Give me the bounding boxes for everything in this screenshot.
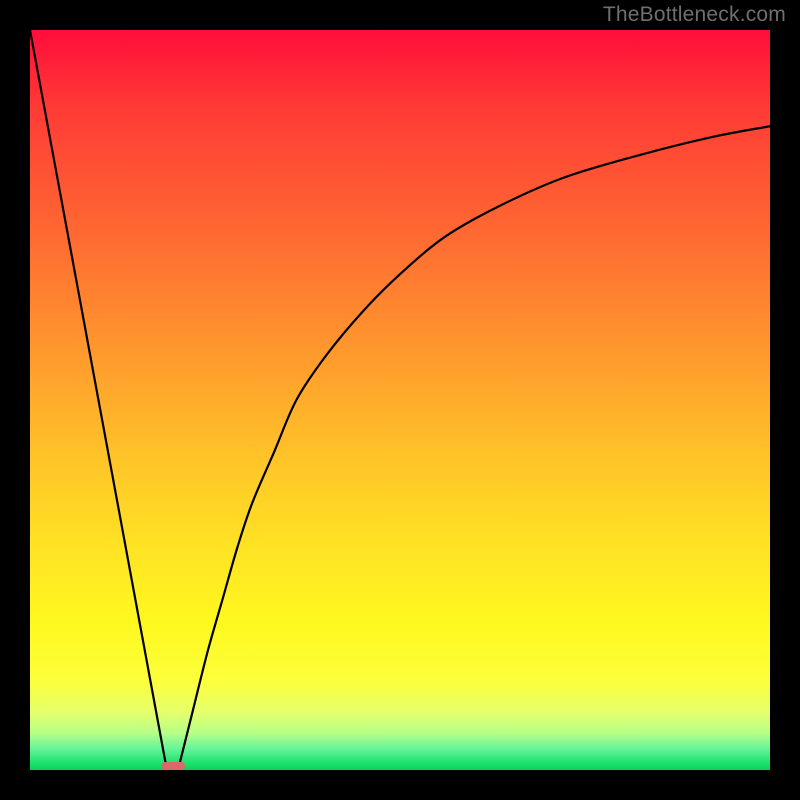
- plot-area: [30, 30, 770, 770]
- bottleneck-curve: [30, 30, 770, 770]
- watermark-text: TheBottleneck.com: [603, 3, 786, 27]
- optimum-marker-pill: [161, 762, 185, 770]
- chart-frame: TheBottleneck.com: [0, 0, 800, 800]
